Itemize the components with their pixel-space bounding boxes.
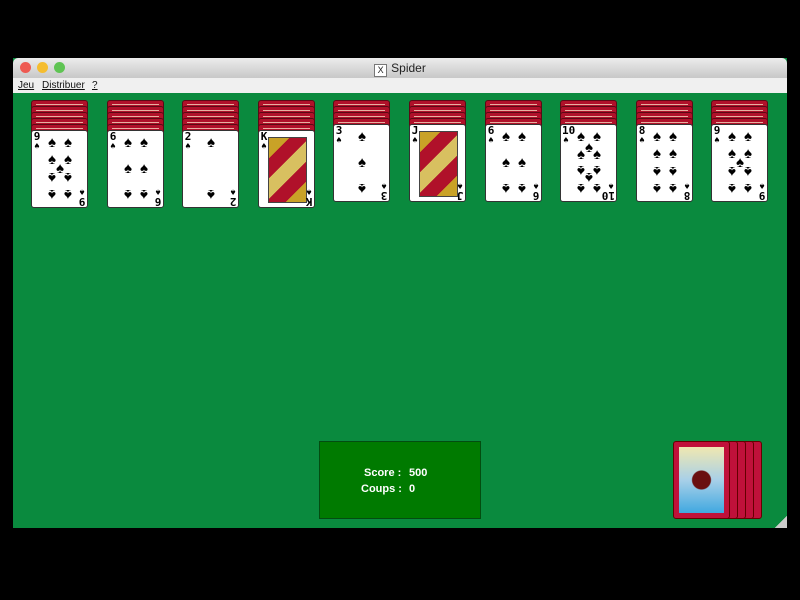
spade-pip-icon: ♠	[744, 128, 752, 146]
spade-pip-icon: ♠	[728, 179, 736, 197]
spade-pip-icon: ♠	[358, 154, 366, 171]
spade-pip-icon: ♠	[728, 162, 736, 180]
spade-pip-icon: ♠	[744, 162, 752, 180]
spade-pip-icon: ♠	[64, 134, 72, 152]
spade-pip-icon: ♠	[207, 134, 215, 152]
rank-label: J ♠	[411, 124, 419, 146]
spade-pip-icon: ♠	[64, 168, 72, 186]
spade-pip-icon: ♠	[669, 145, 677, 163]
spade-pip-icon: ♠	[577, 179, 585, 197]
stock-deal-card[interactable]	[673, 441, 730, 519]
rank-label: 2 ♠	[229, 186, 237, 208]
spade-pip-icon: ♠	[124, 160, 132, 177]
x11-icon: X	[374, 64, 388, 77]
spade-pip-icon: ♠	[124, 134, 132, 152]
spade-pip-icon: ♠	[653, 162, 661, 180]
rank-label: 10 ♠	[562, 124, 576, 146]
spade-pip-icon: ♠	[728, 128, 736, 146]
spade-pip-icon: ♠	[140, 134, 148, 152]
rank-label: 2 ♠	[184, 130, 192, 152]
rank-label: 10 ♠	[601, 180, 615, 202]
spade-pip-icon: ♠	[653, 128, 661, 146]
score-panel: Score : 500 Coups : 0	[319, 441, 481, 519]
spade-pip-icon: ♠	[669, 162, 677, 180]
card-6-of-spades[interactable]: 6 ♠ ♠ ♠ ♠ ♠ ♠ ♠ 6 ♠	[107, 130, 164, 208]
rank-label: 6 ♠	[109, 130, 117, 152]
title-bar: X Spider	[13, 58, 787, 78]
card-9-of-spades[interactable]: 9 ♠ ♠ ♠ ♠ ♠ ♠ ♠ ♠ ♠ ♠ 9 ♠	[711, 124, 768, 202]
title-text: Spider	[391, 61, 426, 75]
score-value: 500	[409, 467, 428, 479]
card-2-of-spades[interactable]: 2 ♠ ♠ ♠ 2 ♠	[182, 130, 239, 208]
rank-label: 6 ♠	[532, 180, 540, 202]
rank-label: K ♠	[305, 186, 313, 208]
spade-pip-icon: ♠	[358, 128, 366, 146]
spade-pip-icon: ♠	[744, 179, 752, 197]
spade-pip-icon: ♠	[358, 179, 366, 197]
spade-pip-icon: ♠	[502, 128, 510, 146]
rank-label: K ♠	[260, 130, 268, 152]
menu-bar: Jeu Distribuer ?	[13, 78, 787, 93]
spade-pip-icon: ♠	[669, 179, 677, 197]
rank-label: 9 ♠	[78, 186, 86, 208]
card-K-of-spades[interactable]: K ♠ K ♠	[258, 130, 315, 208]
card-8-of-spades[interactable]: 8 ♠ ♠ ♠ ♠ ♠ ♠ ♠ ♠ ♠ 8 ♠	[636, 124, 693, 202]
rank-label: 8 ♠	[638, 124, 646, 146]
spade-pip-icon: ♠	[577, 145, 585, 163]
court-card-picture	[268, 137, 307, 203]
rank-label: 3 ♠	[380, 180, 388, 202]
rank-label: 6 ♠	[487, 124, 495, 146]
spade-pip-icon: ♠	[653, 179, 661, 197]
spade-pip-icon: ♠	[593, 145, 601, 163]
spade-pip-icon: ♠	[518, 128, 526, 146]
spade-pip-icon: ♠	[124, 185, 132, 203]
spade-pip-icon: ♠	[518, 154, 526, 171]
card-9-of-spades[interactable]: 9 ♠ ♠ ♠ ♠ ♠ ♠ ♠ ♠ ♠ ♠ 9 ♠	[31, 130, 88, 208]
card-6-of-spades[interactable]: 6 ♠ ♠ ♠ ♠ ♠ ♠ ♠ 6 ♠	[485, 124, 542, 202]
spade-pip-icon: ♠	[140, 160, 148, 177]
spade-pip-icon: ♠	[518, 179, 526, 197]
spade-pip-icon: ♠	[207, 185, 215, 203]
spade-pip-icon: ♠	[48, 134, 56, 152]
spade-pip-icon: ♠	[653, 145, 661, 163]
score-label: Score :	[364, 467, 402, 479]
spade-pip-icon: ♠	[48, 185, 56, 203]
window-title: X Spider	[13, 61, 787, 77]
rank-label: 9 ♠	[758, 180, 766, 202]
rank-label: 6 ♠	[154, 186, 162, 208]
resize-grip[interactable]	[775, 516, 787, 528]
spade-pip-icon: ♠	[502, 179, 510, 197]
rank-label: J ♠	[456, 180, 464, 202]
spade-pip-icon: ♠	[502, 154, 510, 171]
spade-pip-icon: ♠	[140, 185, 148, 203]
card-J-of-spades[interactable]: J ♠ J ♠	[409, 124, 466, 202]
menu-help[interactable]: ?	[92, 80, 98, 91]
rank-label: 9 ♠	[33, 130, 41, 152]
spade-pip-icon: ♠	[669, 128, 677, 146]
rank-label: 3 ♠	[335, 124, 343, 146]
card-10-of-spades[interactable]: 10 ♠ ♠ ♠ ♠ ♠ ♠ ♠ ♠ ♠ ♠ ♠ 10 ♠	[560, 124, 617, 202]
rank-label: 9 ♠	[713, 124, 721, 146]
moves-value: 0	[409, 483, 416, 495]
menu-distribuer[interactable]: Distribuer	[42, 80, 85, 91]
court-card-picture	[419, 131, 458, 197]
spade-pip-icon: ♠	[48, 168, 56, 186]
menu-jeu[interactable]: Jeu	[18, 80, 34, 91]
spade-pip-icon: ♠	[64, 185, 72, 203]
card-table: Score : 500 Coups : 0 9 ♠ ♠ ♠ ♠ ♠ ♠ ♠ ♠ ♠ ♠ 9 ♠ 6 ♠ ♠ ♠ ♠…	[13, 93, 787, 528]
card-3-of-spades[interactable]: 3 ♠ ♠ ♠ ♠ 3 ♠	[333, 124, 390, 202]
moves-label: Coups :	[361, 483, 402, 495]
spider-web-icon	[679, 447, 724, 513]
game-window: X Spider Jeu Distribuer ? Score : 500 Cou…	[13, 58, 787, 528]
rank-label: 8 ♠	[683, 180, 691, 202]
